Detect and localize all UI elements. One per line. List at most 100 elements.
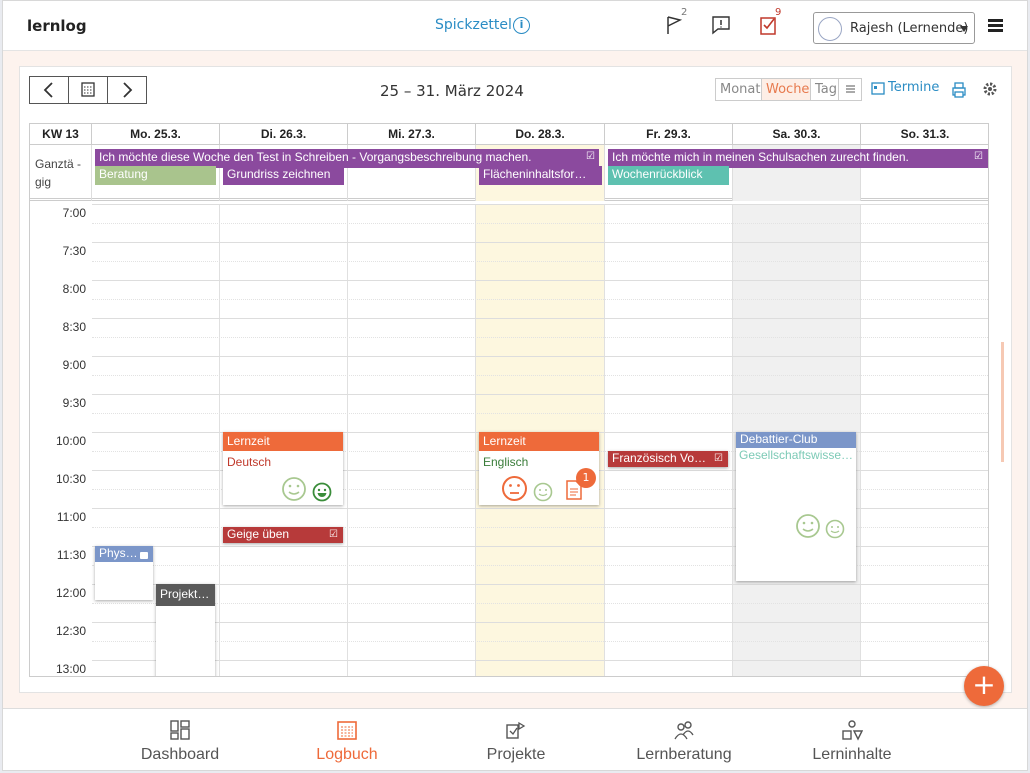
time-label: 7:30 xyxy=(62,244,86,258)
avatar xyxy=(818,17,842,41)
calendar-icon xyxy=(81,82,95,97)
event-lernzeit-deutsch[interactable]: Lernzeit Deutsch xyxy=(223,432,343,505)
next-button[interactable] xyxy=(107,76,147,104)
time-label: 8:30 xyxy=(62,320,86,334)
event-lernzeit-englisch[interactable]: Lernzeit Englisch 1 xyxy=(479,432,599,505)
flag-badge: 2 xyxy=(681,7,688,18)
gear-icon[interactable] xyxy=(982,81,998,97)
spickzettel-link[interactable]: Spickzettel xyxy=(435,17,512,33)
smiley-neutral-icon xyxy=(825,519,845,539)
check-icon: ☑ xyxy=(714,453,723,464)
event-subject: Gesellschaftswisse… xyxy=(739,448,854,462)
hour-line xyxy=(92,242,988,243)
week-grid: KW 13 Mo. 25.3. Di. 26.3. Mi. 27.3. Do. … xyxy=(29,123,989,677)
event-debattier-club[interactable]: Debattier-Club Gesellschaftswisse… xyxy=(736,432,856,581)
hour-line xyxy=(92,622,988,623)
nav-lerninhalte[interactable]: Lerninhalte xyxy=(777,709,927,769)
half-hour-line xyxy=(92,375,988,376)
calendar-card: 25 – 31. März 2024 Monat Woche Tag Termi… xyxy=(19,66,1012,693)
view-day[interactable]: Tag xyxy=(810,78,839,101)
day-header[interactable]: So. 31.3. xyxy=(861,124,988,145)
chevron-down-icon xyxy=(960,26,968,32)
allday-event[interactable]: Grundriss zeichnen xyxy=(223,166,344,185)
nav-dashboard[interactable]: Dashboard xyxy=(105,709,255,769)
check-icon: ☑ xyxy=(586,151,595,162)
event-physik[interactable]: Phys… xyxy=(95,546,153,600)
hour-line xyxy=(92,280,988,281)
event-title: Lernzeit xyxy=(479,432,599,451)
smiley-sad-icon xyxy=(502,476,527,501)
half-hour-line xyxy=(92,223,988,224)
view-week[interactable]: Woche xyxy=(761,78,811,101)
nav-lernberatung[interactable]: Lernberatung xyxy=(609,709,759,769)
nav-label: Lerninhalte xyxy=(812,746,892,763)
menu-icon[interactable] xyxy=(988,19,1003,32)
time-label: 10:00 xyxy=(55,434,86,448)
hour-line xyxy=(92,584,988,585)
half-hour-line xyxy=(92,603,988,604)
day-header[interactable]: Sa. 30.3. xyxy=(733,124,861,145)
half-hour-line xyxy=(92,641,988,642)
date-range: 25 – 31. März 2024 xyxy=(380,82,524,100)
half-hour-line xyxy=(92,299,988,300)
info-icon[interactable]: i xyxy=(513,17,530,34)
print-icon[interactable] xyxy=(950,81,968,99)
user-select[interactable]: Rajesh (Lernende) xyxy=(813,12,975,44)
nav-projekte[interactable]: Projekte xyxy=(441,709,591,769)
content-icon xyxy=(842,720,863,741)
view-list[interactable] xyxy=(838,78,862,101)
nav-label: Dashboard xyxy=(140,746,220,763)
hour-line xyxy=(92,356,988,357)
time-label: 8:00 xyxy=(62,282,86,296)
dashboard-icon xyxy=(170,720,190,740)
day-header[interactable]: Mi. 27.3. xyxy=(348,124,476,145)
bottom-nav: Dashboard Logbuch Projekte Lernberatung … xyxy=(3,708,1027,770)
app-logo[interactable]: lernlog xyxy=(27,17,87,35)
time-label: 10:30 xyxy=(55,472,86,486)
time-label: 7:00 xyxy=(62,206,86,220)
prev-button[interactable] xyxy=(29,76,69,104)
time-label: 9:30 xyxy=(62,396,86,410)
scrollbar[interactable] xyxy=(1001,342,1004,462)
day-header[interactable]: Do. 28.3. xyxy=(476,124,605,145)
event-title: Projekt… xyxy=(156,584,215,606)
event-franzoesisch[interactable]: Französisch Vo… ☑ xyxy=(608,451,728,467)
smiley-neutral-icon xyxy=(533,482,553,502)
message-icon[interactable] xyxy=(709,13,733,37)
event-title: Lernzeit xyxy=(223,432,343,451)
allday-event[interactable]: Beratung xyxy=(95,166,216,185)
event-projekt[interactable]: Projekt… xyxy=(156,584,215,676)
time-label: 13:00 xyxy=(55,662,86,676)
termine-button[interactable]: Termine xyxy=(888,80,939,95)
calendar-icon xyxy=(337,721,357,740)
view-month[interactable]: Monat xyxy=(715,78,762,101)
projects-icon xyxy=(506,721,526,739)
hour-line xyxy=(92,204,988,205)
time-label: 12:00 xyxy=(55,586,86,600)
today-button[interactable] xyxy=(68,76,108,104)
time-label: 11:00 xyxy=(56,510,86,524)
week-number: KW 13 xyxy=(30,124,92,145)
nav-logbuch[interactable]: Logbuch xyxy=(272,709,422,769)
day-header[interactable]: Di. 26.3. xyxy=(220,124,348,145)
chevron-left-icon xyxy=(43,82,53,98)
half-hour-line xyxy=(92,261,988,262)
add-button[interactable]: + xyxy=(964,666,1004,706)
day-header[interactable]: Mo. 25.3. xyxy=(92,124,220,145)
nav-label: Projekte xyxy=(486,746,546,763)
half-hour-line xyxy=(92,413,988,414)
hour-line xyxy=(92,318,988,319)
allday-event[interactable]: Flächeninhaltsfor… xyxy=(479,166,602,185)
day-header[interactable]: Fr. 29.3. xyxy=(605,124,733,145)
check-icon: ☑ xyxy=(329,529,338,540)
smiley-neutral-icon xyxy=(796,514,820,538)
check-icon: ☑ xyxy=(974,151,983,162)
nav-label: Logbuch xyxy=(316,746,378,763)
notification-badge: 1 xyxy=(576,468,596,488)
user-name: Rajesh (Lernende) xyxy=(850,21,969,36)
event-geige[interactable]: Geige üben ☑ xyxy=(223,527,343,543)
time-label: 12:30 xyxy=(55,624,86,638)
time-label: 9:00 xyxy=(62,358,86,372)
allday-event[interactable]: Wochenrückblick xyxy=(608,166,729,185)
smiley-happy-icon xyxy=(312,482,332,502)
